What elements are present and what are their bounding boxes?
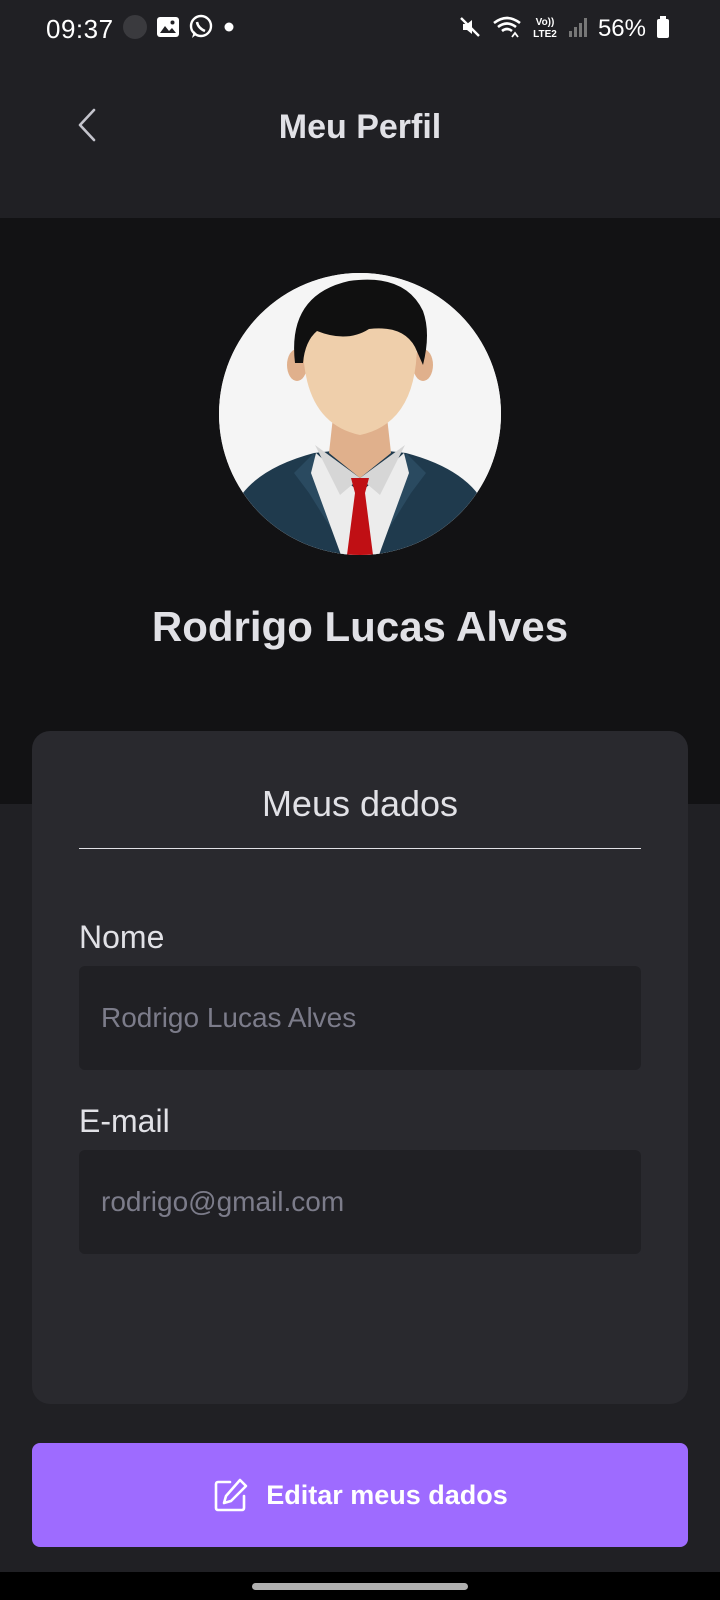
email-label: E-mail <box>79 1103 170 1139</box>
edit-icon <box>214 1478 248 1512</box>
battery-percent: 56% <box>597 15 646 42</box>
page-title: Meu Perfil <box>278 108 442 146</box>
status-bar: 09:37 Vo)) LTE2 56% <box>0 0 720 60</box>
wifi-icon <box>492 15 522 44</box>
signal-icon <box>568 15 588 44</box>
battery-icon <box>656 15 670 44</box>
svg-text:Vo)): Vo)) <box>536 17 555 28</box>
profile-name: Rodrigo Lucas Alves <box>151 603 569 650</box>
card-title: Meus dados <box>261 783 459 824</box>
person-avatar-icon <box>219 273 501 555</box>
edit-data-button[interactable]: Editar meus dados <box>32 1443 688 1547</box>
divider <box>79 848 641 849</box>
status-time: 09:37 <box>46 14 114 44</box>
name-field[interactable] <box>79 966 641 1070</box>
volte-icon: Vo)) LTE2 <box>532 14 558 45</box>
whatsapp-icon <box>188 14 214 45</box>
mute-icon <box>458 15 482 44</box>
app-header: Meu Perfil <box>0 60 720 218</box>
status-left-icons <box>122 14 236 44</box>
avatar <box>219 273 501 555</box>
profile-section: Rodrigo Lucas Alves <box>0 218 720 804</box>
status-right-icons: Vo)) LTE2 56% <box>458 14 670 44</box>
home-indicator[interactable] <box>252 1583 468 1590</box>
edit-button-label: Editar meus dados <box>266 1479 508 1510</box>
my-data-card: Meus dados Nome E-mail <box>32 731 688 1404</box>
name-label: Nome <box>79 919 165 955</box>
svg-text:LTE2: LTE2 <box>533 29 557 40</box>
dot-icon <box>222 20 236 39</box>
navigation-bar <box>0 1572 720 1600</box>
email-field[interactable] <box>79 1150 641 1254</box>
gallery-icon <box>156 15 180 44</box>
toggle-icon <box>122 14 148 45</box>
